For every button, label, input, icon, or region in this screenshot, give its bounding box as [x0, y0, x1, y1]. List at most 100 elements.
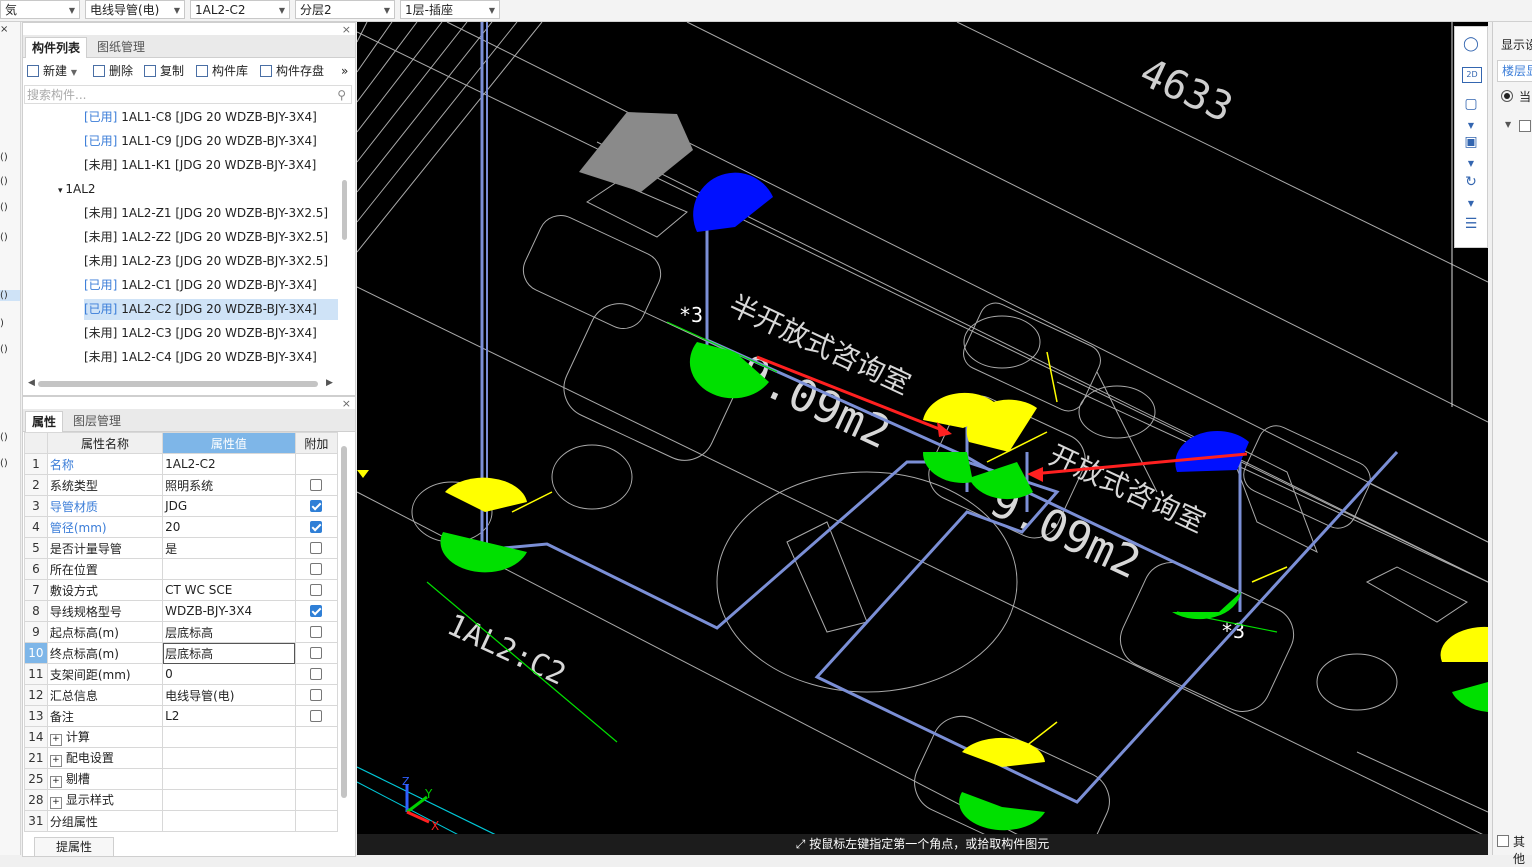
- tab-properties[interactable]: 属性: [25, 411, 64, 432]
- extra-checkbox[interactable]: [310, 647, 323, 659]
- property-value[interactable]: [162, 810, 296, 832]
- other-checkbox[interactable]: [1497, 835, 1509, 847]
- tree-vscrollbar[interactable]: [342, 180, 347, 240]
- property-value[interactable]: [162, 726, 296, 748]
- library-button[interactable]: 构件库: [196, 62, 248, 80]
- property-value[interactable]: 层底标高: [162, 621, 296, 643]
- property-value[interactable]: 层底标高: [162, 642, 296, 664]
- tab-layer-manage[interactable]: 图层管理: [67, 411, 127, 431]
- property-value[interactable]: WDZB-BJY-3X4: [162, 600, 296, 622]
- extra-checkbox[interactable]: [310, 479, 323, 491]
- outlet-symbol[interactable]: [1172, 592, 1241, 620]
- conduit-pipe[interactable]: [481, 450, 1399, 804]
- extra-cell[interactable]: [294, 684, 339, 706]
- property-row[interactable]: 1 名称 1AL2-C2: [24, 453, 339, 475]
- component-dropdown[interactable]: 1AL2-C2 ▼: [190, 0, 290, 19]
- extra-cell[interactable]: [294, 558, 339, 580]
- property-value[interactable]: [162, 789, 296, 811]
- property-value[interactable]: CT WC SCE: [162, 579, 296, 601]
- tree-item[interactable]: [已用] 1AL2-C1 [JDG 20 WDZB-BJY-3X4]: [84, 275, 317, 296]
- property-row[interactable]: 2 系统类型 照明系统: [24, 474, 339, 496]
- extra-checkbox[interactable]: [310, 542, 323, 554]
- copy-button[interactable]: 复制: [144, 62, 184, 80]
- property-value[interactable]: 0: [162, 663, 296, 685]
- expand-icon[interactable]: +: [49, 797, 62, 809]
- layer-dropdown[interactable]: 分层2 ▼: [295, 0, 395, 19]
- outlet-symbol[interactable]: [445, 477, 527, 512]
- outlet-symbol[interactable]: [1440, 626, 1488, 662]
- property-row[interactable]: 6 所在位置: [24, 558, 339, 580]
- extra-checkbox[interactable]: [310, 584, 323, 596]
- radio-current[interactable]: [1501, 90, 1513, 102]
- tree-group-item[interactable]: ▾ 1AL2: [58, 179, 96, 200]
- outlet-symbol[interactable]: [1452, 682, 1488, 712]
- cad-viewport[interactable]: 4633 半开放式咨询室 开放式咨询室 9.09m2 9.09m2 1AL2:C…: [357, 22, 1488, 855]
- tab-drawing-manage[interactable]: 图纸管理: [91, 37, 151, 57]
- cube-top-icon[interactable]: ▢: [1462, 95, 1480, 113]
- property-row[interactable]: 28 + 显示样式: [24, 789, 339, 811]
- extra-cell[interactable]: [294, 516, 339, 538]
- outlet-symbol[interactable]: [962, 737, 1045, 767]
- floor-dropdown[interactable]: 1层-插座 ▼: [400, 0, 500, 19]
- outlet-symbol[interactable]: [969, 462, 1033, 500]
- tree-item[interactable]: [已用] 1AL1-C9 [JDG 20 WDZB-BJY-3X4]: [84, 131, 317, 152]
- tree-item[interactable]: [未用] 1AL2-C3 [JDG 20 WDZB-BJY-3X4]: [84, 323, 317, 344]
- outlet-symbol[interactable]: [440, 532, 527, 573]
- extra-cell[interactable]: [294, 579, 339, 601]
- more-button[interactable]: »: [341, 62, 348, 80]
- tree-item[interactable]: [已用] 1AL2-C2 [JDG 20 WDZB-BJY-3X4]: [84, 299, 338, 320]
- delete-button[interactable]: 删除: [93, 62, 133, 80]
- property-row[interactable]: 10 终点标高(m) 层底标高: [24, 642, 339, 664]
- category-dropdown[interactable]: 电线导管(电) ▼: [85, 0, 185, 19]
- outlet-symbol[interactable]: [959, 792, 1045, 831]
- property-row[interactable]: 4 管径(mm) 20: [24, 516, 339, 538]
- tree-item[interactable]: [未用] 1AL2-Z3 [JDG 20 WDZB-BJY-3X2.5]: [84, 251, 328, 272]
- tab-component-list[interactable]: 构件列表: [25, 37, 88, 58]
- extra-cell[interactable]: [294, 621, 339, 643]
- extra-checkbox[interactable]: [310, 689, 323, 701]
- property-row[interactable]: 14 + 计算: [24, 726, 339, 748]
- property-value[interactable]: L2: [162, 705, 296, 727]
- property-row[interactable]: 8 导线规格型号 WDZB-BJY-3X4: [24, 600, 339, 622]
- outlet-symbol[interactable]: [922, 452, 973, 483]
- expand-icon[interactable]: +: [49, 776, 62, 788]
- display-settings-icon[interactable]: ☰: [1462, 215, 1480, 233]
- extra-cell[interactable]: [294, 600, 339, 622]
- extra-checkbox[interactable]: [310, 521, 323, 533]
- orbit-icon[interactable]: ◯: [1462, 35, 1480, 53]
- extra-checkbox[interactable]: [310, 668, 323, 680]
- tree-item[interactable]: [未用] 1AL2-Z2 [JDG 20 WDZB-BJY-3X2.5]: [84, 227, 328, 248]
- save-component-button[interactable]: 构件存盘: [260, 62, 324, 80]
- property-row[interactable]: 21 + 配电设置: [24, 747, 339, 769]
- tree-hscrollbar[interactable]: [38, 381, 318, 387]
- outlet-symbol[interactable]: [1175, 430, 1249, 472]
- property-value[interactable]: 照明系统: [162, 474, 296, 496]
- extra-cell[interactable]: [294, 474, 339, 496]
- tree-item[interactable]: [未用] 1AL2-Z1 [JDG 20 WDZB-BJY-3X2.5]: [84, 203, 328, 224]
- scroll-right-icon[interactable]: ▶: [326, 378, 333, 388]
- property-value[interactable]: [162, 558, 296, 580]
- search-input[interactable]: 搜索构件... ⚲: [24, 85, 352, 104]
- extra-cell[interactable]: [294, 705, 339, 727]
- property-vscrollbar[interactable]: [341, 446, 347, 798]
- property-value[interactable]: [162, 768, 296, 790]
- tab-floor-display[interactable]: 楼层显: [1497, 60, 1532, 82]
- property-value[interactable]: 1AL2-C2: [162, 453, 296, 475]
- scroll-left-icon[interactable]: ◀: [28, 378, 35, 388]
- type-dropdown[interactable]: 気 ▼: [0, 0, 80, 19]
- tree-item[interactable]: [未用] 1AL2-C4 [JDG 20 WDZB-BJY-3X4]: [84, 347, 317, 368]
- cad-drawing[interactable]: 4633 半开放式咨询室 开放式咨询室 9.09m2 9.09m2 1AL2:C…: [357, 22, 1488, 855]
- property-row[interactable]: 12 汇总信息 电线导管(电): [24, 684, 339, 706]
- extra-cell[interactable]: [294, 663, 339, 685]
- property-value[interactable]: 电线导管(电): [162, 684, 296, 706]
- expand-icon[interactable]: +: [49, 734, 62, 746]
- property-row[interactable]: 5 是否计量导管 是: [24, 537, 339, 559]
- chevron-down-icon[interactable]: ▼: [1462, 195, 1480, 213]
- close-icon[interactable]: ×: [0, 24, 8, 35]
- cube-persp-icon[interactable]: ▣: [1462, 133, 1480, 151]
- 2d-icon[interactable]: 2D: [1462, 67, 1482, 83]
- rotate-icon[interactable]: ↻: [1462, 173, 1480, 191]
- extra-checkbox[interactable]: [310, 500, 323, 512]
- property-row[interactable]: 9 起点标高(m) 层底标高: [24, 621, 339, 643]
- property-value[interactable]: [162, 747, 296, 769]
